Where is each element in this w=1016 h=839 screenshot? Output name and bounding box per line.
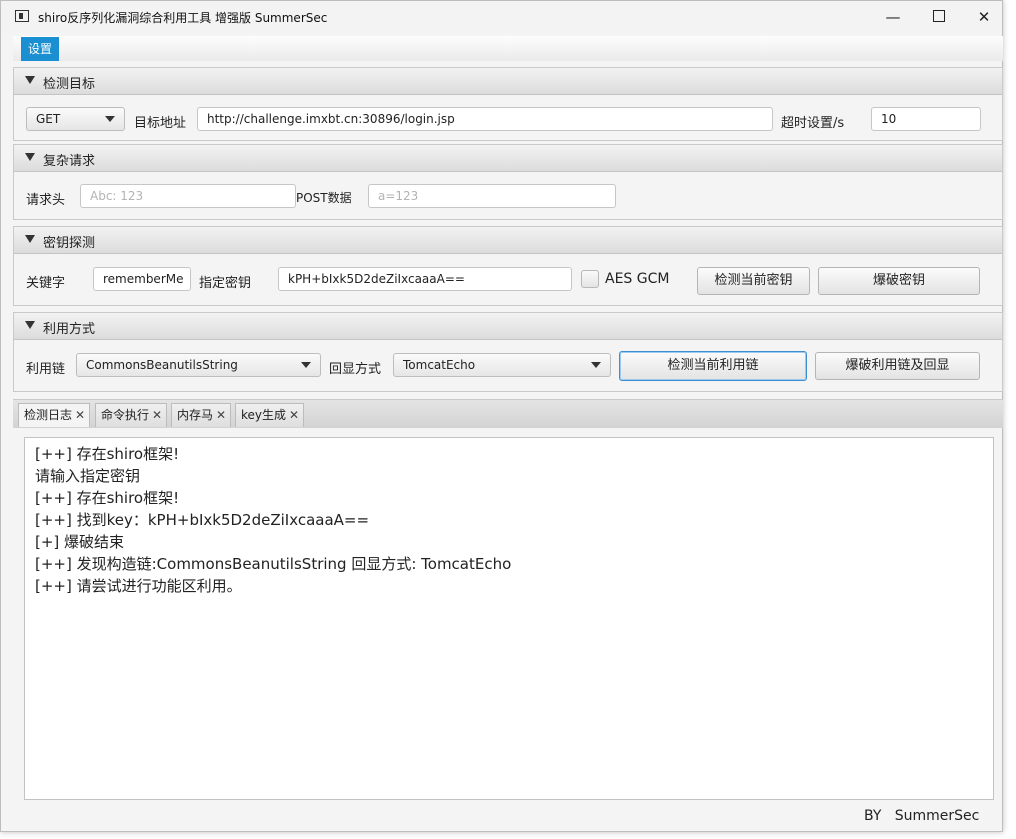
maximize-icon xyxy=(933,10,945,22)
target-section: 检测目标 GET 目标地址 http://challenge.imxbt.cn:… xyxy=(13,67,1003,141)
echo-label: 回显方式 xyxy=(329,362,382,377)
tab-label: 检测日志 xyxy=(24,408,73,422)
log-line: [++] 发现构造链:CommonsBeanutilsString 回显方式: … xyxy=(35,555,512,573)
keyword-input[interactable]: rememberMe xyxy=(93,267,191,291)
dropdown-arrow-icon xyxy=(301,362,311,368)
menu-settings[interactable]: 设置 xyxy=(21,37,60,61)
timeout-input[interactable]: 10 xyxy=(871,107,981,131)
collapse-arrow-icon xyxy=(25,235,35,243)
aes-gcm-label: AES GCM xyxy=(605,271,670,287)
complex-request-section: 复杂请求 请求头 Abc: 123 POST数据 a=123 xyxy=(13,144,1003,220)
key-detect-section: 密钥探测 关键字 rememberMe 指定密钥 kPH+bIxk5D2deZi… xyxy=(13,226,1003,306)
key-section-header[interactable]: 密钥探测 xyxy=(14,227,1002,254)
chain-value: CommonsBeanutilsString xyxy=(86,358,238,372)
app-window: shiro反序列化漏洞综合利用工具 增强版 SummerSec — ✕ 设置 检… xyxy=(0,0,1003,832)
tab-label: key生成 xyxy=(241,408,287,422)
maximize-button[interactable] xyxy=(916,1,962,33)
tab-close-icon[interactable]: ✕ xyxy=(289,408,299,422)
tab-close-icon[interactable]: ✕ xyxy=(216,408,226,422)
chain-select[interactable]: CommonsBeanutilsString xyxy=(76,353,321,377)
log-output[interactable]: [++] 存在shiro框架! 请输入指定密钥 [++] 存在shiro框架! … xyxy=(24,437,994,800)
check-chain-button[interactable]: 检测当前利用链 xyxy=(619,351,807,381)
tab-label: 命令执行 xyxy=(101,408,150,422)
app-icon xyxy=(15,10,29,22)
timeout-label: 超时设置/s xyxy=(781,116,845,131)
section-title: 复杂请求 xyxy=(43,154,96,169)
log-line: [++] 请尝试进行功能区利用。 xyxy=(35,577,242,595)
collapse-arrow-icon xyxy=(25,153,35,161)
exploit-section-header[interactable]: 利用方式 xyxy=(14,313,1002,340)
aes-gcm-checkbox[interactable] xyxy=(581,270,599,288)
echo-select[interactable]: TomcatEcho xyxy=(393,353,611,377)
footer-credit: BY SummerSec xyxy=(864,808,980,824)
tab-close-icon[interactable]: ✕ xyxy=(75,408,85,422)
window-title: shiro反序列化漏洞综合利用工具 增强版 SummerSec xyxy=(38,11,328,25)
tab-key-gen[interactable]: key生成 ✕ xyxy=(235,403,305,427)
collapse-arrow-icon xyxy=(25,321,35,329)
close-button[interactable]: ✕ xyxy=(961,1,1007,33)
target-section-header[interactable]: 检测目标 xyxy=(14,68,1002,95)
dropdown-arrow-icon xyxy=(591,362,601,368)
headers-label: 请求头 xyxy=(26,193,66,208)
method-select[interactable]: GET xyxy=(26,107,125,131)
collapse-arrow-icon xyxy=(25,76,35,84)
log-line: [++] 存在shiro框架! xyxy=(35,489,180,507)
menu-bar: 设置 xyxy=(13,36,1003,61)
title-bar: shiro反序列化漏洞综合利用工具 增强版 SummerSec — ✕ xyxy=(1,1,1002,33)
tab-label: 内存马 xyxy=(177,408,214,422)
complex-section-header[interactable]: 复杂请求 xyxy=(14,145,1002,172)
brute-chain-button[interactable]: 爆破利用链及回显 xyxy=(815,352,980,380)
log-line: [+] 爆破结束 xyxy=(35,533,125,551)
headers-input[interactable]: Abc: 123 xyxy=(80,184,296,208)
tab-memshell[interactable]: 内存马 ✕ xyxy=(171,403,232,427)
url-input[interactable]: http://challenge.imxbt.cn:30896/login.js… xyxy=(197,107,773,131)
tab-command-exec[interactable]: 命令执行 ✕ xyxy=(95,403,168,427)
dropdown-arrow-icon xyxy=(105,116,115,122)
tab-bar: 检测日志 ✕ 命令执行 ✕ 内存马 ✕ key生成 ✕ xyxy=(13,399,1003,428)
url-label: 目标地址 xyxy=(134,116,187,131)
minimize-button[interactable]: — xyxy=(870,1,916,33)
log-line: [++] 找到key：kPH+bIxk5D2deZiIxcaaaA== xyxy=(35,511,370,529)
post-data-label: POST数据 xyxy=(296,191,352,205)
key-label: 指定密钥 xyxy=(199,276,252,291)
section-title: 检测目标 xyxy=(43,77,96,92)
post-data-input[interactable]: a=123 xyxy=(368,184,616,208)
key-input[interactable]: kPH+bIxk5D2deZiIxcaaaA== xyxy=(278,267,572,291)
log-line: 请输入指定密钥 xyxy=(35,467,141,485)
exploit-section: 利用方式 利用链 CommonsBeanutilsString 回显方式 Tom… xyxy=(13,312,1003,392)
section-title: 密钥探测 xyxy=(43,236,96,251)
log-line: [++] 存在shiro框架! xyxy=(35,445,180,463)
tab-close-icon[interactable]: ✕ xyxy=(152,408,162,422)
keyword-label: 关键字 xyxy=(26,276,66,291)
echo-value: TomcatEcho xyxy=(403,358,476,372)
section-title: 利用方式 xyxy=(43,322,96,337)
brute-key-button[interactable]: 爆破密钥 xyxy=(818,267,980,295)
tab-detect-log[interactable]: 检测日志 ✕ xyxy=(18,403,91,427)
chain-label: 利用链 xyxy=(26,362,66,377)
method-value: GET xyxy=(36,112,61,126)
check-key-button[interactable]: 检测当前密钥 xyxy=(697,267,810,295)
